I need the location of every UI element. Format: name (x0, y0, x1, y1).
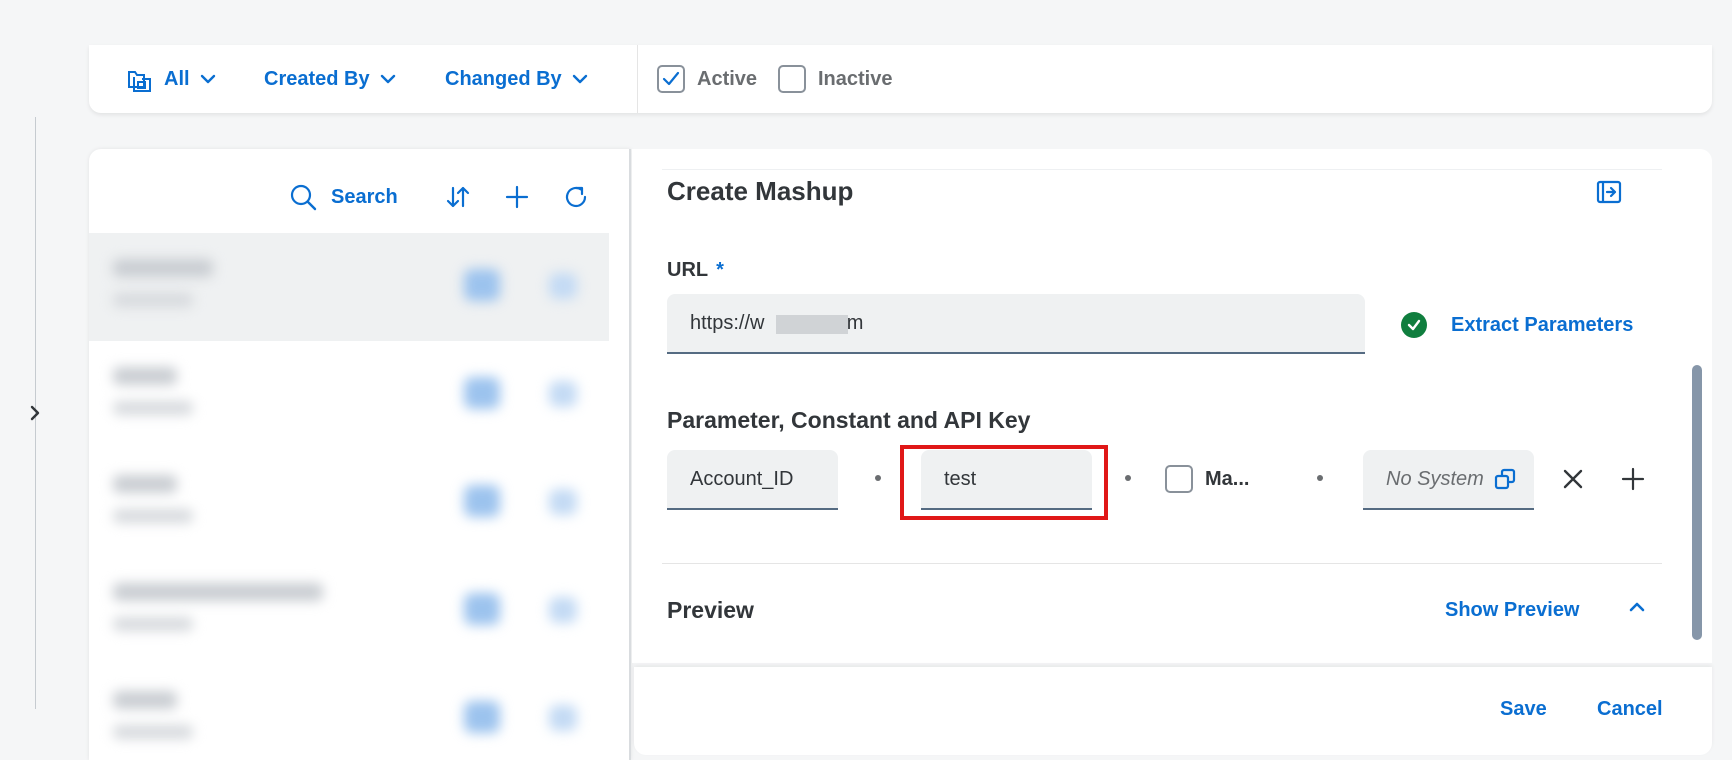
chevron-right-icon (30, 405, 40, 421)
separator-dot (875, 475, 881, 481)
list-item-action[interactable] (464, 269, 500, 301)
mask-checkbox[interactable]: Ma... (1165, 465, 1249, 493)
sort-button[interactable] (443, 182, 473, 212)
list-item-title (113, 475, 177, 493)
filter-created-by-label: Created By (264, 67, 370, 90)
refresh-icon (565, 186, 587, 208)
list-item-action[interactable] (464, 377, 500, 409)
inactive-checkbox[interactable]: Inactive (778, 65, 892, 93)
list-item-title (113, 259, 213, 277)
header-divider (662, 169, 1662, 170)
list-toolbar: Search (89, 149, 631, 233)
filter-all-dropdown[interactable]: All (126, 65, 216, 93)
filter-created-by-dropdown[interactable]: Created By (264, 68, 396, 91)
add-parameter-button[interactable] (1618, 464, 1648, 494)
list-item-action-secondary[interactable] (549, 597, 577, 623)
mashup-list-panel: Search (89, 149, 631, 760)
remove-parameter-button[interactable] (1558, 464, 1588, 494)
search-icon (290, 184, 317, 211)
list-item-action-secondary[interactable] (549, 273, 577, 299)
highlight-box (900, 445, 1108, 520)
redaction-block (776, 315, 848, 334)
panel-divider (629, 149, 631, 760)
inactive-checkbox-box[interactable] (778, 65, 806, 93)
url-label-text: URL (667, 259, 709, 281)
list-item-subtitle (113, 401, 193, 415)
extract-parameters-label: Extract Parameters (1451, 313, 1634, 336)
separator-dot (1125, 475, 1131, 481)
separator-dot (1317, 475, 1323, 481)
list-item[interactable] (89, 341, 609, 449)
chevron-down-icon (572, 74, 587, 84)
plus-icon (505, 185, 529, 209)
close-icon (1563, 469, 1583, 489)
list-item-action-secondary[interactable] (549, 489, 577, 515)
list-item-action-secondary[interactable] (549, 705, 577, 731)
list-item-action[interactable] (464, 485, 500, 517)
active-checkbox-box[interactable] (657, 65, 685, 93)
page-title: Create Mashup (667, 176, 854, 206)
sort-icon (446, 186, 470, 208)
chevron-down-icon (200, 74, 215, 84)
show-preview-link[interactable]: Show Preview (1445, 599, 1580, 622)
section-divider (662, 563, 1662, 564)
exit-full-screen-icon (1596, 180, 1622, 204)
list-item[interactable] (89, 233, 609, 341)
success-check-icon (1401, 312, 1427, 338)
list-item[interactable] (89, 557, 609, 665)
inactive-checkbox-label: Inactive (818, 67, 893, 90)
vertical-scrollbar[interactable] (1692, 365, 1702, 640)
filter-all-label: All (164, 67, 190, 90)
list-item[interactable] (89, 449, 609, 557)
list-item-title (113, 367, 177, 385)
collapse-preview-button[interactable] (1625, 595, 1649, 619)
mashup-list (89, 233, 609, 760)
list-item-title (113, 583, 323, 601)
preview-heading: Preview (667, 597, 754, 623)
expand-sidebar-button[interactable] (22, 400, 48, 426)
list-item[interactable] (89, 665, 609, 760)
search-button[interactable]: Search (289, 183, 398, 211)
list-item-subtitle (113, 509, 193, 523)
list-item-action-secondary[interactable] (549, 381, 577, 407)
url-input[interactable] (667, 294, 1365, 354)
extract-parameters-link[interactable]: Extract Parameters (1401, 312, 1633, 338)
list-item-subtitle (113, 725, 193, 739)
parameter-section-heading: Parameter, Constant and API Key (667, 407, 1031, 433)
filter-changed-by-label: Changed By (445, 67, 562, 90)
refresh-button[interactable] (561, 182, 591, 212)
active-checkbox-label: Active (697, 67, 758, 90)
checkmark-icon (662, 71, 680, 86)
list-item-action[interactable] (464, 701, 500, 733)
list-item-action[interactable] (464, 593, 500, 625)
footer-toolbar: Save Cancel (634, 667, 1712, 755)
list-item-subtitle (113, 617, 193, 631)
mask-checkbox-label: Ma... (1205, 467, 1250, 490)
required-indicator: * (716, 259, 724, 281)
parameter-name-input[interactable] (667, 450, 838, 510)
cancel-button[interactable]: Cancel (1597, 698, 1663, 721)
filter-bar: All Created By Changed By Active Inactiv… (89, 45, 1712, 113)
copy-icon (1494, 468, 1516, 490)
mask-checkbox-box[interactable] (1165, 465, 1193, 493)
filter-divider (637, 45, 638, 113)
url-label: URL * (667, 259, 724, 282)
list-item-subtitle (113, 293, 193, 307)
exit-fullscreen-button[interactable] (1594, 177, 1624, 207)
folder-copy-icon (128, 71, 151, 92)
plus-icon (1621, 467, 1645, 491)
create-mashup-panel: Create Mashup URL * Extract Parameters Pa… (632, 149, 1712, 663)
search-label: Search (331, 185, 398, 208)
chevron-up-icon (1629, 602, 1645, 612)
chevron-down-icon (380, 74, 395, 84)
list-item-title (113, 691, 177, 709)
save-button[interactable]: Save (1500, 698, 1547, 721)
filter-changed-by-dropdown[interactable]: Changed By (445, 68, 588, 91)
add-mashup-button[interactable] (502, 182, 532, 212)
value-help-button[interactable] (1492, 466, 1518, 492)
active-checkbox[interactable]: Active (657, 65, 757, 93)
